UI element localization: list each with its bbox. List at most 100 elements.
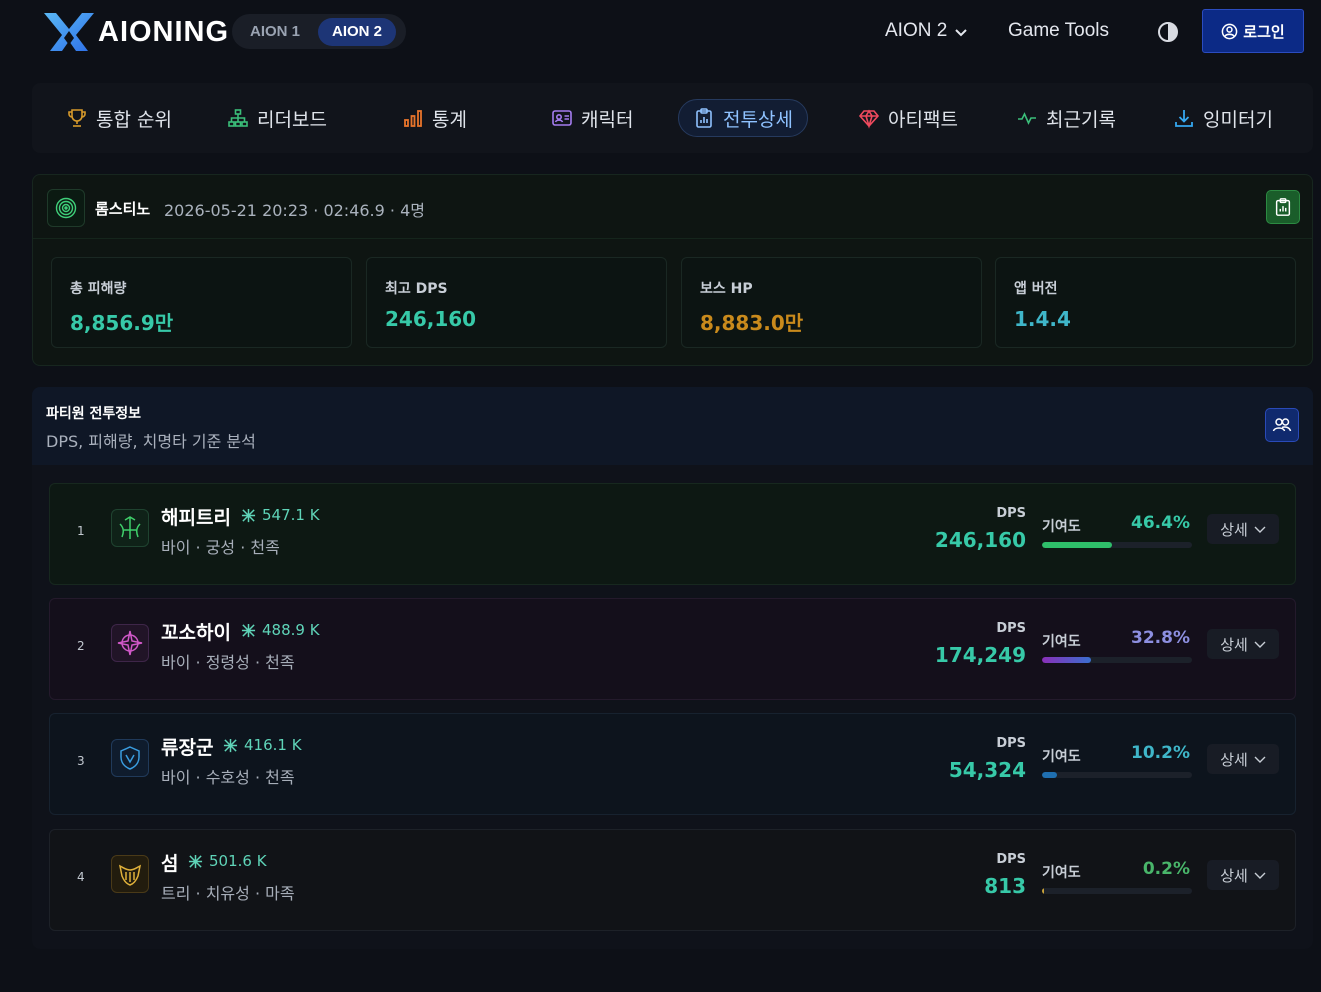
member-name[interactable]: 류장군 [161,733,213,760]
stat-label: 보스 HP [700,281,753,297]
contribution-bar-fill [1042,657,1092,663]
version-aion2-button[interactable]: AION 2 [318,17,397,46]
contribution-bar [1042,657,1192,663]
version-toggle: AION 1 AION 2 [232,14,406,49]
contribution-bar-fill [1042,542,1112,548]
version-aion1-button[interactable]: AION 1 [236,18,314,46]
detail-label: 상세 [1220,750,1248,769]
contribution-label: 기여도 [1042,865,1081,881]
stat-label: 최고 DPS [385,281,448,297]
tab-artifact[interactable]: 아티팩트 [844,99,972,137]
gem-icon [858,109,880,129]
login-button[interactable]: 로그인 [1202,9,1304,53]
game-tools-label: Game Tools [1008,20,1110,41]
logo[interactable]: AIONING [42,11,229,53]
shield-class-icon [120,746,140,770]
stat-label: 총 피해량 [70,281,127,297]
spirit-class-icon [117,630,143,656]
party-subtitle: DPS, 피해량, 치명타 기준 분석 [46,432,256,451]
member-rank: 2 [77,639,85,653]
member-row[interactable]: 1 해피트리 547.1 K 바이 · 궁성 · 천족 DPS 246,160 … [49,483,1296,585]
dungeon-icon [47,189,85,227]
contribution-bar [1042,888,1192,894]
member-rank: 3 [77,754,85,768]
battle-meta: 2026-05-21 20:23 · 02:46.9 · 4명 [164,201,425,220]
stat-value: 8,883.0만 [700,311,804,335]
member-score: 416.1 K [223,736,302,754]
contribution-bar [1042,542,1192,548]
tab-recent-records[interactable]: 최근기록 [1002,99,1130,137]
main-tab-nav: 통합 순위 리더보드 통계 캐릭터 전투상세 아티팩트 최근기록 잉미터기 [32,83,1313,153]
member-name[interactable]: 해피트리 [161,503,231,530]
dps-value: 813 [984,874,1026,898]
theme-toggle-icon[interactable] [1157,21,1179,43]
tab-leaderboard[interactable]: 리더보드 [213,99,341,137]
class-icon-box [111,855,149,893]
contribution-percent: 10.2% [1131,743,1190,763]
contribution-label: 기여도 [1042,634,1081,650]
member-score: 501.6 K [188,852,267,870]
logo-text: AIONING [98,15,230,48]
tab-label: 통계 [432,108,467,131]
tab-overall-ranking[interactable]: 통합 순위 [52,99,186,137]
dps-label: DPS [996,736,1026,751]
member-row[interactable]: 2 꼬소하이 488.9 K 바이 · 정령성 · 천족 DPS 174,249… [49,598,1296,700]
dps-value: 54,324 [948,758,1026,782]
report-button[interactable] [1266,190,1300,224]
game-menu-dropdown[interactable]: AION 2 [885,20,968,42]
member-row[interactable]: 3 류장군 416.1 K 바이 · 수호성 · 천족 DPS 54,324 기… [49,713,1296,815]
dps-value: 174,249 [934,643,1026,667]
detail-button[interactable]: 상세 [1207,629,1279,659]
contribution-bar-fill [1042,772,1058,778]
member-row[interactable]: 4 섬 501.6 K 트리 · 치유성 · 마족 DPS 813 기여도 0.… [49,829,1296,931]
stat-value: 246,160 [385,307,477,331]
party-members-button[interactable] [1265,408,1299,442]
healer-class-icon [118,864,142,886]
tab-meter-download[interactable]: 잉미터기 [1159,99,1287,137]
game-tools-link[interactable]: Game Tools [1008,20,1109,42]
tab-statistics[interactable]: 통계 [388,99,481,137]
member-name[interactable]: 꼬소하이 [161,618,231,645]
member-score-value: 501.6 K [209,852,267,870]
login-label: 로그인 [1243,22,1285,41]
clipboard-chart-icon [1275,198,1291,216]
stat-total-damage: 총 피해량 8,856.9만 [51,257,352,348]
dps-label: DPS [996,852,1026,867]
bow-class-icon [119,516,141,539]
member-score-value: 547.1 K [262,506,320,524]
contribution-percent: 0.2% [1142,859,1190,879]
class-icon-box [111,509,149,547]
chevron-down-icon [1254,872,1266,879]
tab-label: 최근기록 [1046,108,1116,131]
logo-mark-icon [44,13,94,51]
detail-button[interactable]: 상세 [1207,514,1279,544]
detail-button[interactable]: 상세 [1207,860,1279,890]
detail-button[interactable]: 상세 [1207,744,1279,774]
download-icon [1175,110,1193,127]
dungeon-name: 롬스티노 [95,200,151,218]
tab-battle-detail[interactable]: 전투상세 [678,99,808,137]
dps-value: 246,160 [934,528,1026,552]
member-info: 바이 · 정령성 · 천족 [161,653,295,672]
stat-value: 1.4.4 [1014,307,1071,331]
stat-max-dps: 최고 DPS 246,160 [366,257,667,348]
member-score: 488.9 K [241,621,320,639]
contribution-percent: 32.8% [1131,628,1190,648]
member-info: 트리 · 치유성 · 마족 [161,884,295,903]
member-info: 바이 · 수호성 · 천족 [161,768,295,787]
tab-label: 잉미터기 [1203,108,1273,131]
tab-label: 통합 순위 [96,108,172,131]
contribution-label: 기여도 [1042,519,1081,535]
tab-label: 아티팩트 [888,108,958,131]
member-name[interactable]: 섬 [161,849,178,876]
user-circle-icon [1221,23,1238,39]
sparkle-x-icon [241,508,256,522]
contribution-percent: 46.4% [1131,513,1190,533]
detail-label: 상세 [1220,635,1248,654]
sparkle-x-icon [223,738,238,752]
target-rings-icon [55,197,77,219]
tab-character[interactable]: 캐릭터 [537,99,647,137]
detail-label: 상세 [1220,866,1248,885]
party-title: 파티원 전투정보 [46,406,142,422]
users-icon [1272,418,1292,432]
